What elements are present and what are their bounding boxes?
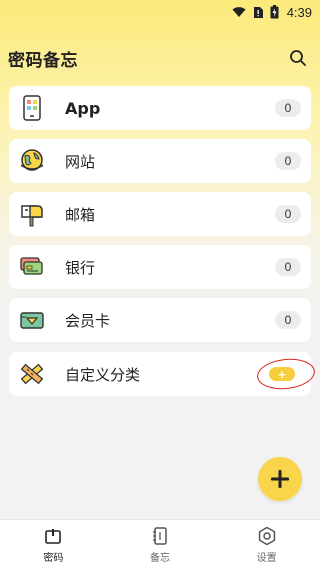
nav-item-settings[interactable]: 设置 [232,526,302,564]
category-card-email[interactable]: 邮箱 0 [9,192,311,236]
mailbox-icon [17,199,47,229]
category-label: 会员卡 [65,311,111,330]
category-card-bank[interactable]: 银行 0 [9,245,311,289]
search-icon[interactable] [286,46,310,70]
category-card-custom[interactable]: 自定义分类 + [9,352,317,396]
category-label: 银行 [65,258,96,277]
nav-item-memo[interactable]: 备忘 [125,526,195,564]
status-time: 4:39 [286,4,312,20]
nav-label: 备忘 [149,552,170,564]
settings-icon [258,526,275,545]
count-badge: 0 [275,205,301,223]
category-card-app[interactable]: App 0 [9,86,311,130]
count-badge: 0 [275,311,301,329]
category-label: App [65,98,101,118]
count-badge: 0 [275,258,301,276]
bottom-nav: 密码 备忘 设置 [0,519,320,569]
member-card-icon [17,305,47,335]
notebook-icon [152,526,167,545]
count-badge: 0 [275,99,301,117]
nav-item-password[interactable]: 密码 [18,526,88,564]
add-password-fab[interactable] [258,457,302,501]
no-sim-icon [252,6,264,19]
globe-icon [17,146,47,176]
app-header: 密码备忘 [0,40,320,76]
plus-icon [271,470,289,488]
category-card-website[interactable]: 网站 0 [9,139,311,183]
ruler-pencil-icon [17,359,47,389]
page-title: 密码备忘 [8,50,78,71]
category-label: 网站 [65,152,96,171]
password-icon [45,528,62,544]
category-card-membership[interactable]: 会员卡 0 [9,298,311,342]
nav-label: 设置 [256,552,277,564]
status-bar: 4:39 [0,0,320,24]
nav-label: 密码 [43,552,64,564]
category-label: 邮箱 [65,205,96,224]
count-badge: 0 [275,152,301,170]
battery-charging-icon [270,5,279,19]
phone-app-icon [17,93,47,123]
wifi-icon [232,6,246,18]
bank-cards-icon [17,252,47,282]
highlight-circle-annotation [255,356,317,392]
